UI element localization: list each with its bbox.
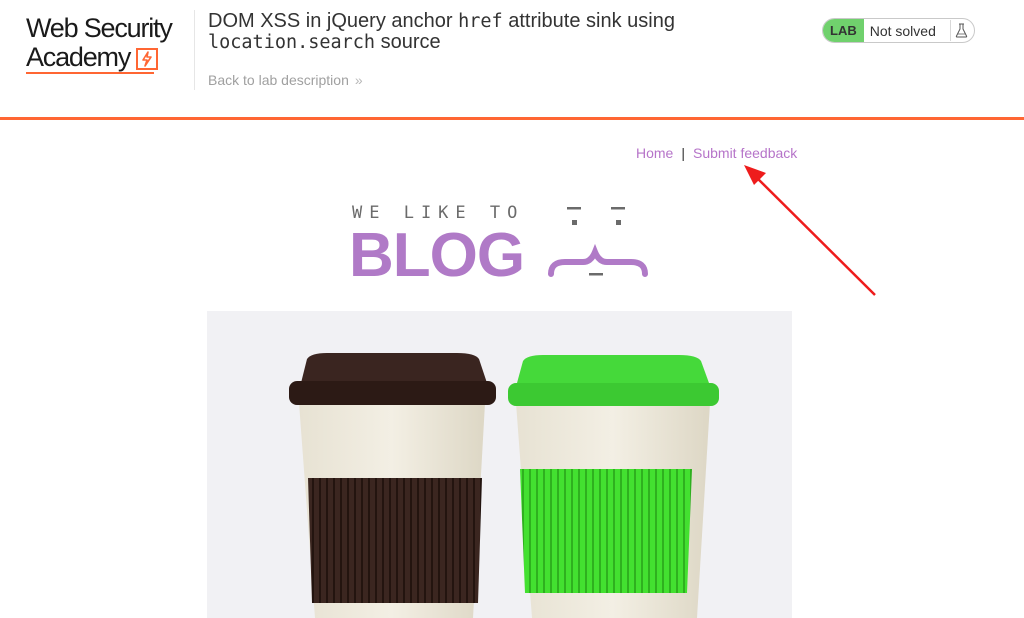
back-link-label: Back to lab description [208, 72, 349, 88]
nav-separator: | [681, 145, 685, 161]
green-cup-lid-top [517, 355, 709, 383]
logo-bolt-icon [136, 48, 159, 70]
logo-line2-wrap: Academy [26, 43, 194, 72]
annotation-red-arrow [744, 165, 876, 296]
web-security-academy-logo[interactable]: Web Security Academy [26, 14, 194, 76]
brown-cup-lid-rim [289, 381, 496, 405]
lab-title-code-location: location.search [208, 32, 376, 53]
logo-underline [26, 72, 154, 74]
header-divider [194, 10, 195, 90]
blog-hero-image [207, 311, 792, 618]
lab-title-code-href: href [458, 11, 503, 32]
nav-home-link[interactable]: Home [636, 145, 673, 161]
brown-cup-lid-top [301, 353, 487, 383]
top-nav: Home | Submit feedback [636, 145, 797, 161]
green-cup-lid-rim [508, 383, 719, 406]
lab-status-widget: LAB Not solved [822, 18, 975, 43]
coffee-cups-image [207, 311, 792, 618]
lab-status-text: Not solved [869, 22, 936, 39]
lab-title: DOM XSS in jQuery anchor href attribute … [208, 10, 768, 54]
brown-cup-sleeve [308, 478, 482, 603]
banner-blog-word: BLOG [349, 221, 525, 290]
lab-badge: LAB [823, 19, 864, 42]
logo-line2: Academy [26, 42, 131, 72]
double-chevron-right-icon: » [354, 72, 363, 88]
banner-tagline: WE LIKE TO [352, 203, 525, 223]
header-orange-rule [0, 117, 1024, 120]
back-to-lab-description-link[interactable]: Back to lab description » [208, 72, 363, 88]
lab-title-suffix: source [375, 31, 441, 53]
logo-line1: Web Security [26, 13, 173, 43]
flask-icon [950, 20, 968, 41]
lab-title-prefix: DOM XSS in jQuery anchor [208, 10, 459, 32]
lab-title-mid: attribute sink using [502, 10, 675, 32]
blog-face-logo-icon [548, 207, 648, 277]
lab-header: Web Security Academy DOM XSS in jQuery a… [0, 0, 1024, 117]
nav-submit-feedback-link[interactable]: Submit feedback [693, 145, 797, 161]
green-cup-sleeve [520, 469, 692, 593]
